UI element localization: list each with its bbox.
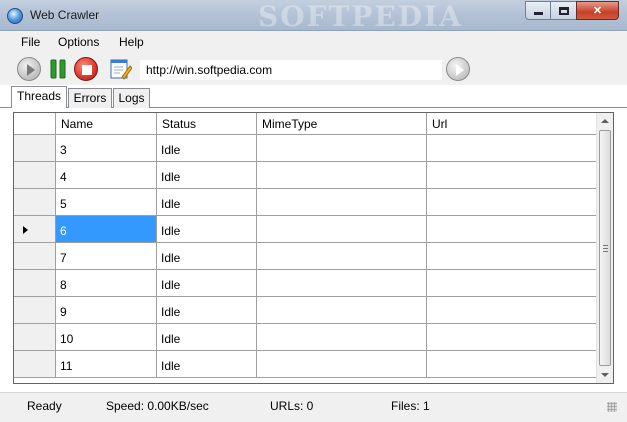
threads-grid: Name Status MimeType Url 3 Idle 4 Idle 5 Idle… <box>13 112 614 384</box>
status-state: Ready <box>27 399 62 413</box>
cell-mimetype[interactable] <box>257 351 427 378</box>
cell-status[interactable]: Idle <box>157 243 257 270</box>
grip-icon <box>603 245 608 252</box>
status-bar: Ready Speed: 0.00KB/sec URLs: 0 Files: 1 <box>0 392 627 422</box>
stop-icon[interactable] <box>74 57 98 81</box>
pause-icon[interactable] <box>46 57 70 81</box>
watermark: SOFTPEDIA <box>258 0 463 33</box>
row-header[interactable] <box>14 162 56 189</box>
current-row-arrow-icon <box>23 225 28 234</box>
cell-mimetype[interactable] <box>257 270 427 297</box>
cell-url[interactable] <box>427 135 597 162</box>
cell-name[interactable]: 7 <box>56 243 157 270</box>
column-header-mimetype[interactable]: MimeType <box>257 113 427 135</box>
row-header[interactable] <box>14 324 56 351</box>
cell-mimetype[interactable] <box>257 135 427 162</box>
resize-grip-icon[interactable] <box>607 402 617 412</box>
play-icon[interactable] <box>17 57 41 81</box>
row-header[interactable] <box>14 270 56 297</box>
status-files: Files: 1 <box>391 399 430 413</box>
scroll-up-icon[interactable] <box>601 119 609 123</box>
go-arrow-icon[interactable] <box>446 57 470 81</box>
menu-file[interactable]: File <box>21 35 40 49</box>
cell-url[interactable] <box>427 189 597 216</box>
menu-options[interactable]: Options <box>58 35 99 49</box>
cell-url[interactable] <box>427 297 597 324</box>
cell-mimetype[interactable] <box>257 243 427 270</box>
app-globe-icon <box>7 8 23 24</box>
cell-name[interactable]: 9 <box>56 297 157 324</box>
cell-name[interactable]: 5 <box>56 189 157 216</box>
cell-name[interactable]: 6 <box>56 216 157 243</box>
cell-status[interactable]: Idle <box>157 189 257 216</box>
scroll-thumb[interactable] <box>599 130 611 366</box>
row-header[interactable] <box>14 243 56 270</box>
tab-errors[interactable]: Errors <box>68 88 112 108</box>
close-icon[interactable]: ✕ <box>576 1 619 20</box>
cell-mimetype[interactable] <box>257 324 427 351</box>
status-urls: URLs: 0 <box>270 399 314 413</box>
row-header[interactable] <box>14 135 56 162</box>
window-controls: ✕ <box>525 1 619 20</box>
column-header-status[interactable]: Status <box>157 113 257 135</box>
menu-help[interactable]: Help <box>119 35 144 49</box>
row-header[interactable] <box>14 351 56 378</box>
cell-url[interactable] <box>427 243 597 270</box>
cell-status[interactable]: Idle <box>157 162 257 189</box>
cell-status[interactable]: Idle <box>157 135 257 162</box>
row-header[interactable] <box>14 297 56 324</box>
cell-name[interactable]: 11 <box>56 351 157 378</box>
cell-url[interactable] <box>427 162 597 189</box>
toolbar <box>0 53 627 85</box>
column-header-url[interactable]: Url <box>427 113 597 135</box>
cell-url[interactable] <box>427 351 597 378</box>
cell-name[interactable]: 4 <box>56 162 157 189</box>
cell-status[interactable]: Idle <box>157 297 257 324</box>
title-bar: Web Crawler SOFTPEDIA ✕ <box>0 0 627 33</box>
maximize-icon[interactable] <box>551 1 576 20</box>
cell-mimetype[interactable] <box>257 216 427 243</box>
cell-mimetype[interactable] <box>257 189 427 216</box>
cell-name[interactable]: 8 <box>56 270 157 297</box>
corner-header <box>14 113 56 135</box>
cell-mimetype[interactable] <box>257 297 427 324</box>
url-input[interactable] <box>140 60 442 80</box>
vertical-scrollbar[interactable] <box>596 113 613 383</box>
menu-bar: File Options Help <box>0 31 627 53</box>
cell-status[interactable]: Idle <box>157 270 257 297</box>
cell-status[interactable]: Idle <box>157 324 257 351</box>
row-header[interactable] <box>14 189 56 216</box>
cell-status[interactable]: Idle <box>157 351 257 378</box>
cell-name[interactable]: 10 <box>56 324 157 351</box>
column-header-name[interactable]: Name <box>56 113 157 135</box>
cell-url[interactable] <box>427 324 597 351</box>
window-title: Web Crawler <box>30 8 100 22</box>
cell-url[interactable] <box>427 216 597 243</box>
tab-strip: Threads Errors Logs <box>0 86 627 108</box>
scroll-down-icon[interactable] <box>601 373 609 377</box>
cell-url[interactable] <box>427 270 597 297</box>
tab-threads[interactable]: Threads <box>11 86 67 108</box>
notepad-icon[interactable] <box>108 57 133 81</box>
status-speed: Speed: 0.00KB/sec <box>106 399 209 413</box>
tab-logs[interactable]: Logs <box>113 88 150 108</box>
cell-name[interactable]: 3 <box>56 135 157 162</box>
minimize-icon[interactable] <box>525 1 551 20</box>
cell-mimetype[interactable] <box>257 162 427 189</box>
cell-status[interactable]: Idle <box>157 216 257 243</box>
row-header[interactable] <box>14 216 56 243</box>
